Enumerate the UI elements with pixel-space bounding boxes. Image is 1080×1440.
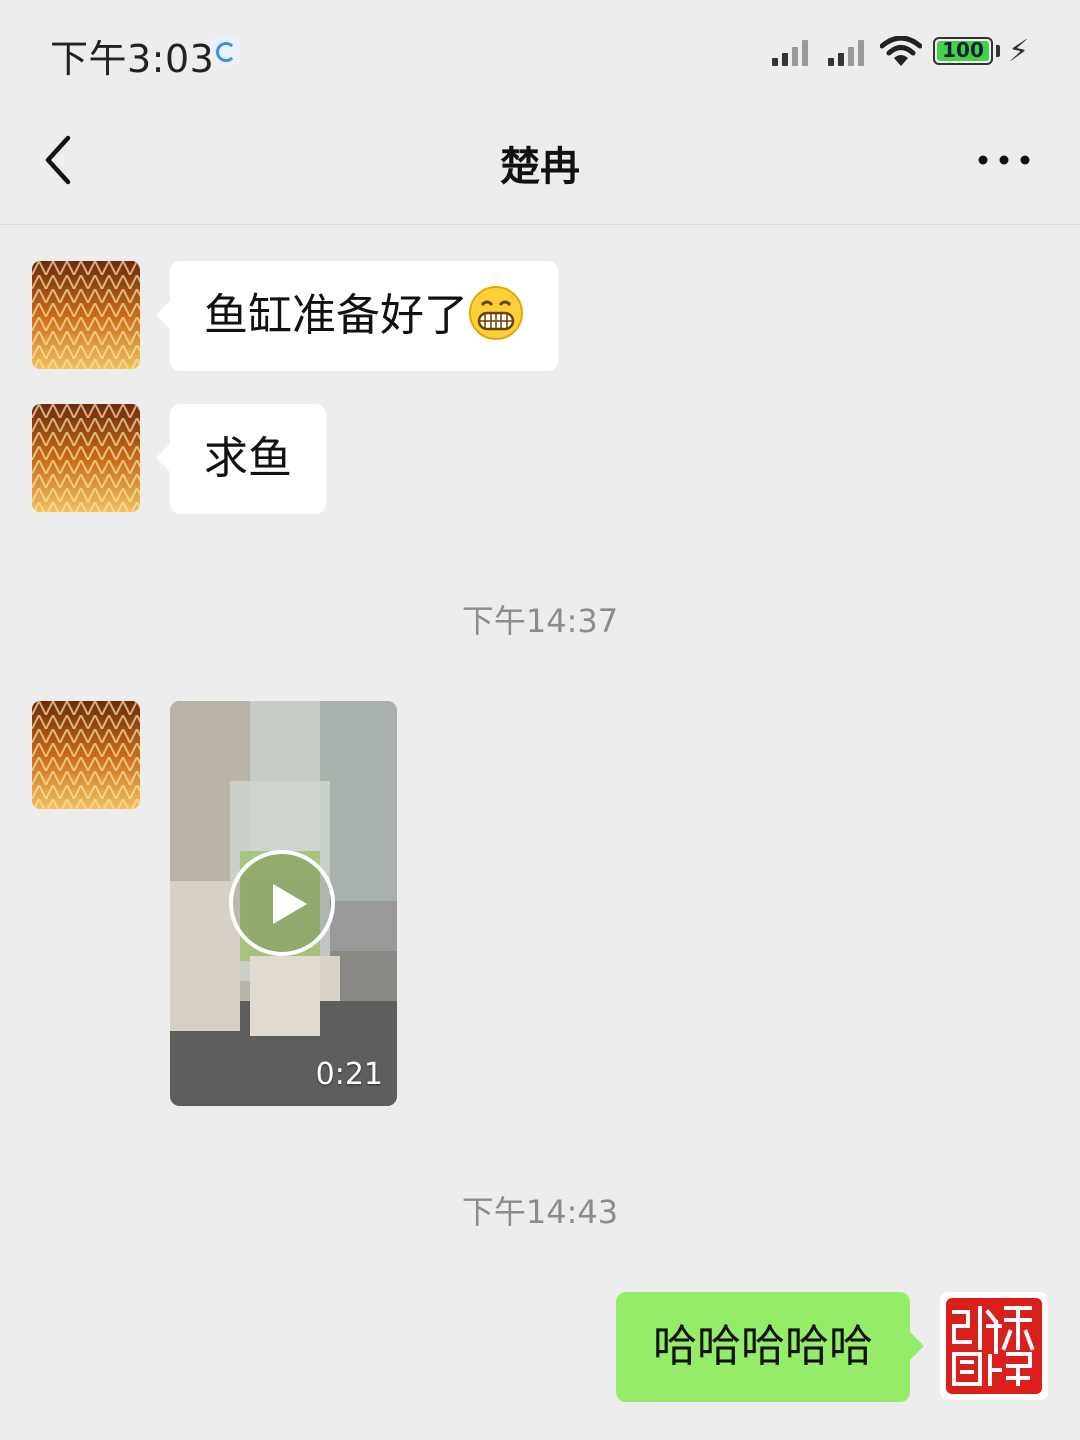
message-timestamp: 下午14:43 [461,1193,619,1231]
play-button-icon[interactable] [229,850,335,956]
contact-avatar[interactable] [32,261,140,369]
chat-header: 楚冉 [0,100,1080,225]
contact-avatar[interactable] [32,701,140,809]
more-horizontal-icon[interactable] [972,140,1036,180]
outgoing-message-bubble[interactable]: 哈哈哈哈哈 [616,1292,924,1402]
my-avatar[interactable] [940,1292,1048,1400]
message-text: 鱼缸准备好了 [204,290,468,341]
wifi-icon [880,36,922,66]
incoming-message-bubble[interactable]: 求鱼 [156,404,326,514]
status-time: 下午3:03 [50,37,215,81]
contact-avatar[interactable] [32,404,140,512]
incoming-message-bubble[interactable]: 鱼缸准备好了 [156,261,558,371]
message-text: 哈哈哈哈哈 [653,1321,873,1372]
red-seal-avatar-icon [946,1298,1042,1394]
signal-strength-icon [772,38,812,66]
message-timestamp: 下午14:37 [461,602,619,640]
grinning-face-emoji-icon [469,286,523,340]
battery-icon: 100 [933,37,993,65]
browser-notification-icon [210,36,240,66]
signal-strength-icon [828,38,868,66]
chat-title: 楚冉 [500,144,580,190]
status-bar: 下午3:03 100 ⚡ [0,0,1080,100]
charging-bolt-icon: ⚡ [1008,34,1030,69]
message-text: 求鱼 [204,433,292,484]
battery-tip [996,45,1000,57]
video-message[interactable]: 0:21 [170,701,397,1106]
video-duration: 0:21 [315,1057,383,1092]
battery-percentage: 100 [942,38,984,62]
